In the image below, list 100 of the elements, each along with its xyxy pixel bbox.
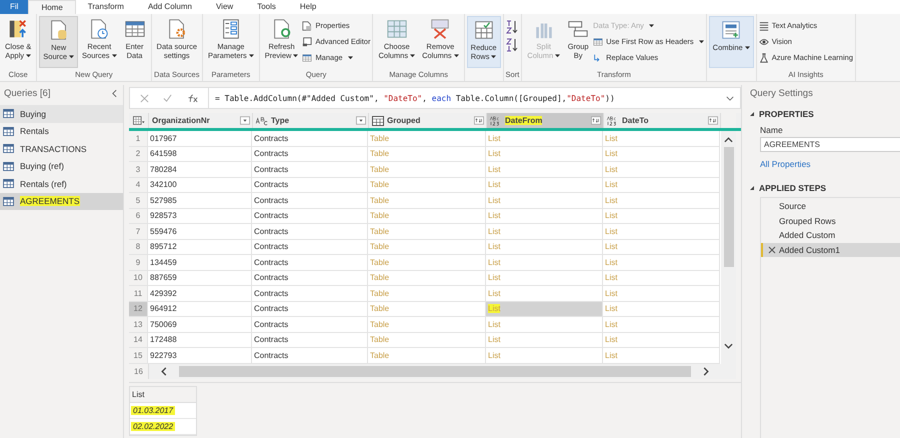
- caret-icon: [491, 54, 496, 58]
- collapse-icon[interactable]: [112, 89, 117, 98]
- query-item[interactable]: Rentals: [0, 122, 123, 140]
- query-name: Rentals (ref): [20, 178, 67, 189]
- table-icon: [3, 144, 14, 154]
- query-item[interactable]: Rentals (ref): [0, 175, 123, 192]
- caret-icon: [248, 54, 254, 58]
- query-item[interactable]: AGREEMENTS: [0, 192, 123, 210]
- query-item[interactable]: TRANSACTIONS: [0, 140, 123, 158]
- ribbon-tab[interactable]: Add Column: [136, 0, 204, 14]
- field-label: Name: [760, 125, 784, 135]
- table-icon: [3, 179, 14, 188]
- filter-dropdown-icon[interactable]: [240, 116, 250, 125]
- query-name: Rentals: [20, 126, 49, 136]
- column-header[interactable]: Type: [253, 113, 369, 128]
- caret-icon: [410, 54, 416, 58]
- name-field[interactable]: AGREEMENTS: [760, 137, 900, 152]
- any-type-icon: [607, 116, 619, 126]
- column-header[interactable]: DateFrom: [487, 113, 604, 128]
- ribbon-tab[interactable]: Transform: [76, 0, 136, 14]
- rows-check-icon: [472, 19, 495, 41]
- caret-icon: [348, 56, 353, 60]
- group-icon: [567, 18, 590, 40]
- editor-icon: [302, 36, 312, 46]
- caret-icon: [454, 54, 459, 58]
- scroll-up-icon[interactable]: [724, 137, 733, 143]
- table-icon: [302, 52, 312, 62]
- collapse-icon[interactable]: [750, 112, 754, 116]
- collapse-icon[interactable]: [750, 186, 754, 190]
- table-icon: [3, 196, 14, 206]
- horizontal-scrollbar[interactable]: [149, 364, 721, 378]
- table-icon: [593, 36, 604, 46]
- ribbon-tab[interactable]: View: [204, 0, 246, 14]
- combine-icon: [720, 19, 742, 41]
- sort-descending-icon[interactable]: [506, 38, 518, 52]
- check-icon[interactable]: [163, 94, 172, 102]
- row-number: 16: [129, 364, 149, 378]
- delete-icon[interactable]: [768, 246, 776, 254]
- lines-icon: [758, 20, 769, 30]
- row-number: 1: [129, 131, 148, 146]
- row-number: 14: [129, 332, 148, 348]
- panel-title: Queries [6]: [4, 88, 50, 99]
- section-title: PROPERTIES: [759, 109, 814, 119]
- expand-columns-icon[interactable]: [474, 116, 484, 125]
- scroll-left-icon[interactable]: [161, 366, 167, 376]
- caret-icon: [26, 54, 32, 58]
- query-name: Buying: [20, 108, 46, 119]
- table-icon: [3, 162, 14, 171]
- ribbon-tab[interactable]: Help: [288, 0, 328, 14]
- eye-icon: [758, 36, 769, 46]
- expand-columns-icon[interactable]: [708, 116, 718, 125]
- table-menu-icon[interactable]: [132, 116, 144, 125]
- applied-step[interactable]: Source: [761, 199, 900, 214]
- any-type-icon: [490, 116, 502, 126]
- row-number: 11: [129, 286, 148, 302]
- query-item[interactable]: Buying: [0, 105, 123, 122]
- query-name: Buying (ref): [20, 161, 64, 172]
- expand-columns-icon[interactable]: [591, 116, 601, 125]
- file-tab[interactable]: Fil: [0, 0, 28, 14]
- table-icon: [372, 116, 384, 126]
- applied-step[interactable]: Added Custom1: [761, 242, 900, 257]
- row-number: 13: [129, 317, 148, 332]
- row-number: 7: [129, 224, 148, 240]
- scroll-down-icon[interactable]: [724, 342, 733, 348]
- column-name: Grouped: [387, 116, 420, 125]
- columns-remove-icon: [429, 18, 452, 40]
- column-header[interactable]: Grouped: [369, 113, 487, 128]
- row-number: 9: [129, 255, 148, 270]
- row-number: 2: [129, 146, 148, 162]
- ribbon-tab[interactable]: Tools: [245, 0, 288, 14]
- row-number: 4: [129, 178, 148, 193]
- row-number: 15: [129, 348, 148, 364]
- step-name: Added Custom: [779, 230, 836, 240]
- flask-icon: [758, 52, 769, 62]
- caret-icon: [112, 54, 117, 58]
- step-name: Source: [779, 201, 806, 212]
- caret-icon: [555, 54, 560, 58]
- function-icon[interactable]: [186, 94, 198, 102]
- column-name: DateFrom: [505, 116, 542, 125]
- scroll-right-icon[interactable]: [703, 366, 709, 376]
- caret-icon: [744, 46, 750, 50]
- caret-icon: [698, 40, 704, 44]
- step-name: Added Custom1: [779, 244, 840, 255]
- sort-ascending-icon[interactable]: [506, 20, 518, 34]
- query-item[interactable]: Buying (ref): [0, 158, 123, 175]
- caret-icon: [648, 24, 654, 28]
- table-icon: [3, 126, 14, 136]
- column-header[interactable]: OrganizationNr: [149, 113, 253, 128]
- applied-step[interactable]: Added Custom: [761, 228, 900, 242]
- table-icon: [124, 18, 146, 40]
- row-number: 5: [129, 193, 148, 208]
- expand-icon[interactable]: [726, 96, 734, 100]
- filter-dropdown-icon[interactable]: [356, 116, 366, 125]
- row-number: 6: [129, 208, 148, 224]
- column-name: OrganizationNr: [152, 116, 210, 125]
- caret-icon: [293, 54, 298, 58]
- all-properties-link[interactable]: All Properties: [760, 159, 900, 169]
- applied-step[interactable]: Grouped Rows: [761, 214, 900, 228]
- ribbon-tab[interactable]: Home: [28, 0, 76, 14]
- columns-icon: [386, 18, 408, 40]
